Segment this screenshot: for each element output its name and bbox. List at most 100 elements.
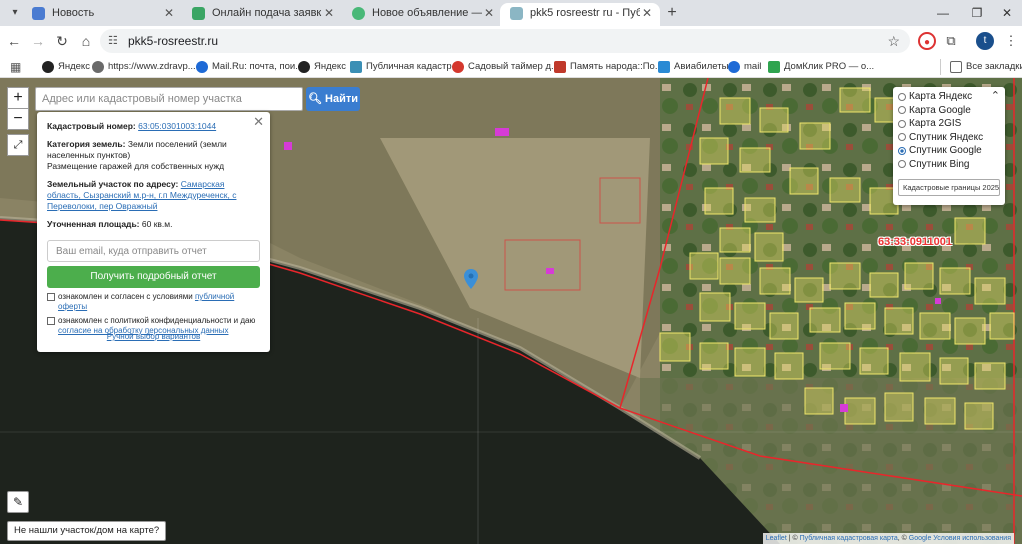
forward-arrow-icon[interactable]: →: [28, 31, 48, 51]
layer-option-yandex-map[interactable]: Карта Яндекс: [898, 90, 1000, 104]
search-button-label: Найти: [325, 93, 358, 105]
bookmark-favicon-icon: [768, 61, 780, 73]
extensions-puzzle-icon[interactable]: ⧉: [942, 32, 960, 50]
bookmark-pamyat-naroda[interactable]: Память народа::По...: [554, 59, 663, 75]
layer-option-google-satellite[interactable]: Спутник Google: [898, 144, 1000, 158]
close-icon[interactable]: ✕: [253, 115, 264, 128]
address-bar[interactable]: ☷ pkk5-rosreestr.ru ☆: [100, 29, 910, 53]
bookmark-garden-timer[interactable]: Садовый таймер д...: [452, 59, 559, 75]
radio-button-selected[interactable]: [898, 146, 906, 155]
area-value: 60 кв.м.: [141, 219, 173, 229]
layer-option-label: Карта Google: [909, 104, 971, 116]
layer-option-label: Карта 2GIS: [909, 118, 962, 129]
tab-news[interactable]: Новость ✕: [22, 3, 182, 26]
bookmark-favicon-icon: [554, 61, 566, 73]
url-text[interactable]: pkk5-rosreestr.ru: [128, 29, 218, 53]
minimize-button[interactable]: —: [928, 3, 958, 23]
not-found-button[interactable]: Не нашли участок/дом на карте?: [7, 521, 167, 541]
bookmark-favicon-icon: [452, 61, 464, 73]
bookmarks-bar: ▦ Яндекс https://www.zdravp... Mail.Ru: …: [0, 56, 1022, 78]
site-info-icon[interactable]: ☷: [108, 34, 122, 48]
search-input[interactable]: [35, 87, 303, 111]
zoom-in-button[interactable]: +: [7, 87, 29, 109]
close-tab-icon[interactable]: ✕: [164, 3, 174, 24]
bookmark-label: https://www.zdravp...: [108, 61, 196, 72]
bookmark-label: Публичная кадастр...: [366, 61, 460, 72]
cadastral-quarter-label: 63:33:0911001: [878, 236, 953, 248]
close-window-button[interactable]: ✕: [992, 3, 1022, 23]
radio-button[interactable]: [898, 160, 906, 169]
layer-option-google-map[interactable]: Карта Google: [898, 104, 1000, 118]
layer-option-bing-satellite[interactable]: Спутник Bing: [898, 158, 1000, 172]
location-pin-icon[interactable]: [464, 269, 478, 289]
bookmark-favicon-icon: [350, 61, 362, 73]
bookmark-yandex[interactable]: Яндекс: [42, 59, 90, 75]
reload-icon[interactable]: ↻: [52, 31, 72, 51]
tab-online-application[interactable]: Онлайн подача заявки на изг... ✕: [182, 3, 342, 26]
map-viewport[interactable]: + − ⤢ 🔍︎ Найти ✕ Кадастровый номер: 63:0…: [0, 78, 1022, 544]
email-field[interactable]: [47, 240, 260, 262]
tab-label: Новое объявление — Объявл...: [372, 7, 482, 19]
new-tab-button[interactable]: +: [662, 3, 682, 23]
tab-strip: ▾ Новость ✕ Онлайн подача заявки на изг.…: [0, 0, 1022, 26]
permitted-use-value: Размещение гаражей для собственных нужд: [47, 161, 225, 171]
search-icon: 🔍︎: [307, 93, 322, 105]
manual-selection-link[interactable]: Ручной выбор вариантов: [107, 332, 200, 341]
radio-button[interactable]: [898, 119, 906, 128]
bookmark-public-cadastral[interactable]: Публичная кадастр...: [350, 59, 460, 75]
pkk-link[interactable]: Публичная кадастровая карта: [800, 535, 898, 542]
bookmark-mail[interactable]: mail: [728, 59, 761, 75]
tab-pkk5-active[interactable]: pkk5 rosreestr ru - Публичная ✕: [500, 3, 660, 26]
radio-button[interactable]: [898, 133, 906, 142]
get-report-button[interactable]: Получить подробный отчет: [47, 266, 260, 288]
bookmark-favicon-icon: [298, 61, 310, 73]
close-tab-icon[interactable]: ✕: [484, 3, 494, 24]
tab-favicon-icon: [192, 7, 205, 20]
terms-link[interactable]: Условия использования: [933, 535, 1011, 542]
bookmark-star-icon[interactable]: ☆: [887, 29, 900, 53]
tab-favicon-icon: [352, 7, 365, 20]
layer-option-label: Спутник Яндекс: [909, 131, 984, 143]
leaflet-link[interactable]: Leaflet: [766, 535, 787, 542]
back-arrow-icon[interactable]: ←: [4, 31, 24, 51]
bookmarks-divider: [940, 59, 941, 75]
extension-icon[interactable]: ●: [918, 32, 936, 50]
bookmark-favicon-icon: [92, 61, 104, 73]
privacy-consent-checkbox[interactable]: [47, 317, 55, 325]
close-tab-icon[interactable]: ✕: [324, 3, 334, 24]
offer-consent-checkbox[interactable]: [47, 293, 55, 301]
cadastral-number-link[interactable]: 63:05:0301003:1044: [138, 121, 216, 131]
tab-favicon-icon: [32, 7, 45, 20]
layer-switcher: ⌃ Карта Яндекс Карта Google Карта 2GIS С…: [893, 87, 1005, 205]
bookmark-yandex-2[interactable]: Яндекс: [298, 59, 346, 75]
bookmark-mailru[interactable]: Mail.Ru: почта, пои...: [196, 59, 303, 75]
layer-option-2gis-map[interactable]: Карта 2GIS: [898, 117, 1000, 131]
chevron-up-icon[interactable]: ⌃: [991, 89, 1000, 102]
fullscreen-icon[interactable]: ⤢: [7, 134, 29, 156]
google-link[interactable]: Google: [909, 535, 932, 542]
bookmark-favicon-icon: [728, 61, 740, 73]
radio-button[interactable]: [898, 106, 906, 115]
bookmark-favicon-icon: [658, 61, 670, 73]
bookmark-aviabilety[interactable]: Авиабилеты: [658, 59, 728, 75]
cadastral-boundaries-select[interactable]: Кадастровые границы 2025: [898, 179, 1000, 196]
home-icon[interactable]: ⌂: [76, 31, 96, 51]
bookmark-label: Mail.Ru: почта, пои...: [212, 61, 304, 72]
zoom-out-button[interactable]: −: [7, 108, 29, 130]
profile-avatar[interactable]: t: [976, 32, 994, 50]
maximize-button[interactable]: ❐: [962, 3, 992, 23]
radio-button[interactable]: [898, 92, 906, 101]
ruler-pencil-icon[interactable]: ✎: [7, 491, 29, 513]
tab-new-listing[interactable]: Новое объявление — Объявл... ✕: [342, 3, 502, 26]
search-button[interactable]: 🔍︎ Найти: [306, 87, 360, 111]
browser-toolbar: ← → ↻ ⌂ ☷ pkk5-rosreestr.ru ☆ ● ⧉ t ⋮: [0, 26, 1022, 56]
bookmark-domclick[interactable]: ДомКлик PRO — о...: [768, 59, 874, 75]
more-menu-icon[interactable]: ⋮: [1002, 32, 1020, 50]
tab-label: Онлайн подача заявки на изг...: [212, 7, 322, 19]
close-tab-icon[interactable]: ✕: [642, 3, 652, 24]
layer-option-yandex-satellite[interactable]: Спутник Яндекс: [898, 131, 1000, 145]
apps-grid-icon[interactable]: ▦: [10, 60, 24, 74]
bookmark-label: Садовый таймер д...: [468, 61, 559, 72]
bookmark-zdravp[interactable]: https://www.zdravp...: [92, 59, 196, 75]
all-bookmarks-folder[interactable]: Все закладки: [950, 59, 1022, 75]
